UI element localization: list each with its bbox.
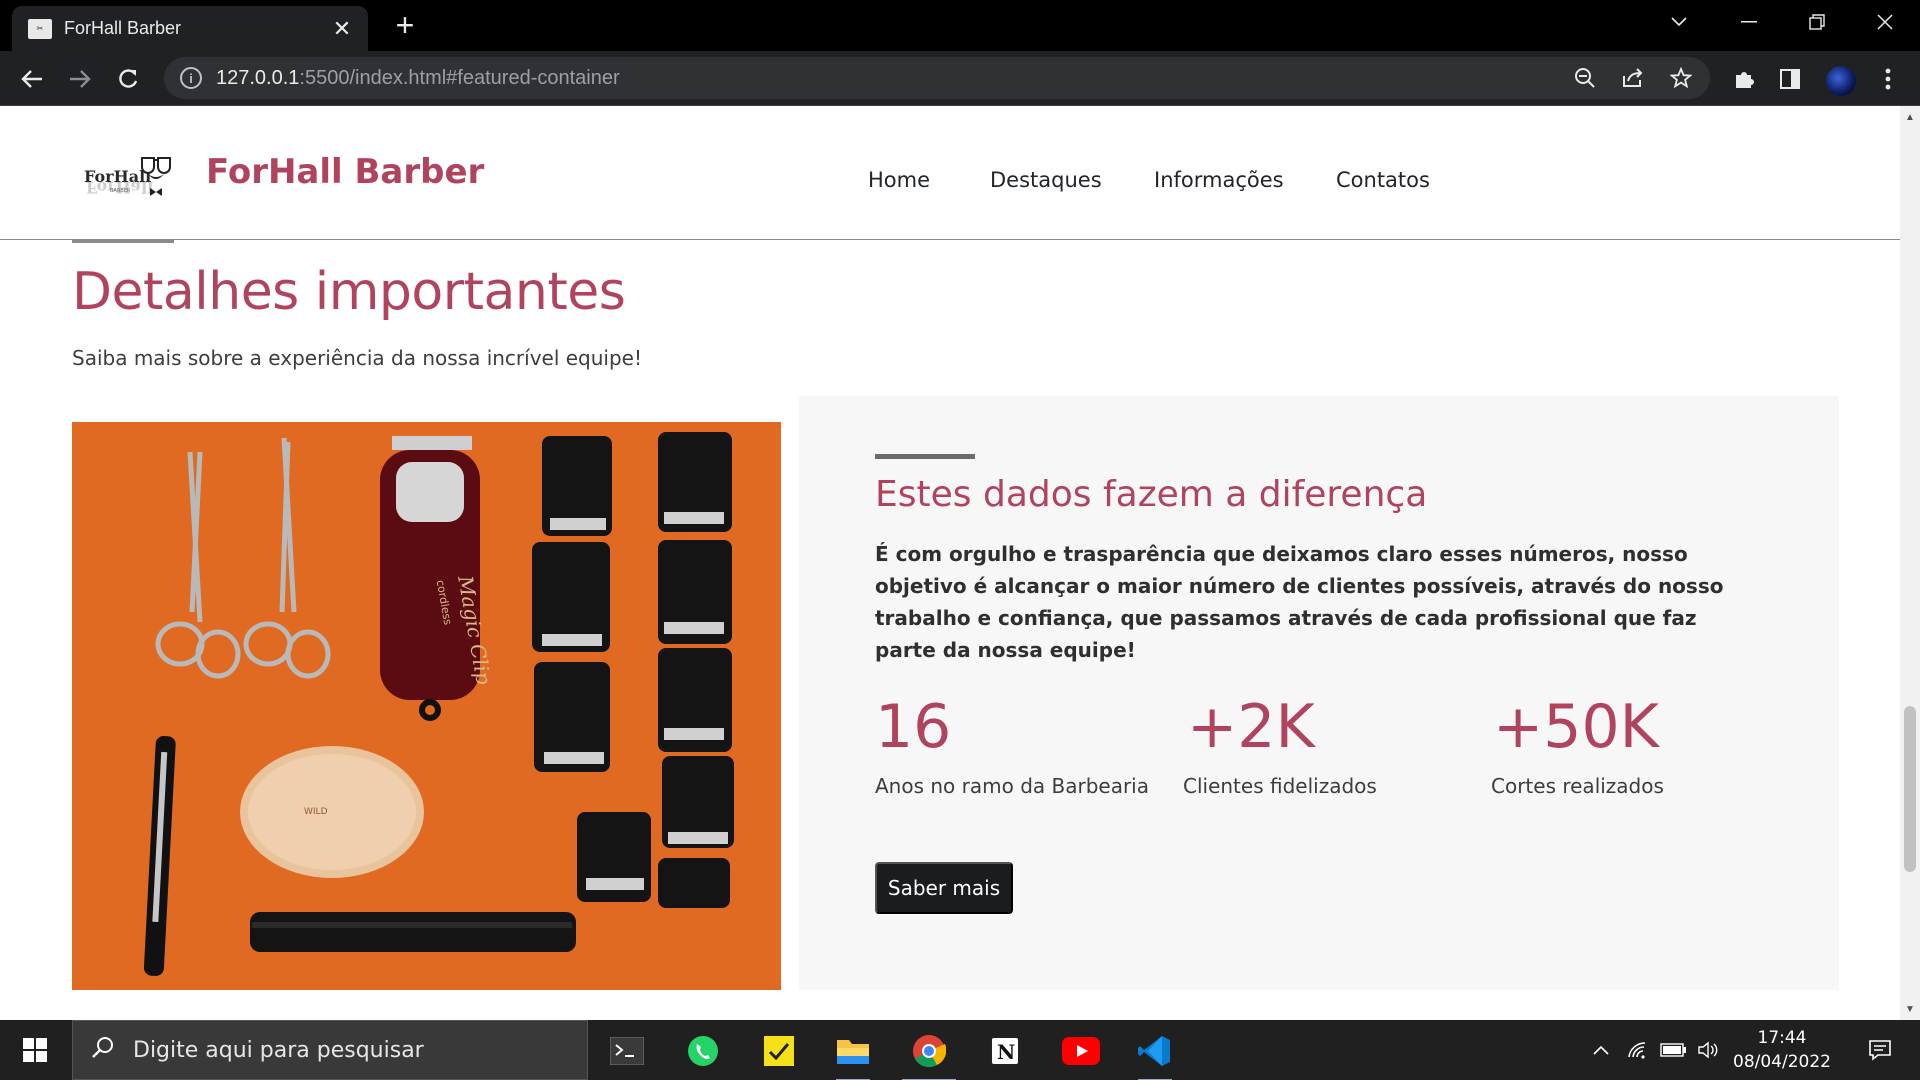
url-text: 127.0.0.1:5500/index.html#featured-conta…: [216, 67, 620, 90]
clock-time: 17:44: [1757, 1028, 1807, 1048]
site-navbar: ForHall ForHall BARBER ForHall Barber Ho…: [0, 106, 1900, 240]
section-subtitle: Saiba mais sobre a experiência da nossa …: [72, 346, 642, 370]
extensions-icon[interactable]: [1726, 61, 1762, 97]
stat-label-years: Anos no ramo da Barbearia: [875, 774, 1149, 798]
panel-accent-bar: [875, 454, 975, 459]
notifications-icon[interactable]: [1854, 1020, 1906, 1080]
tray-chevron-icon[interactable]: [1586, 1020, 1616, 1080]
saber-mais-button[interactable]: Saber mais: [875, 862, 1013, 914]
site-info-icon[interactable]: i: [180, 67, 202, 89]
vscode-icon[interactable]: [1124, 1026, 1186, 1080]
side-panel-icon[interactable]: [1772, 61, 1808, 97]
windows-logo-icon: [23, 1038, 47, 1062]
battery-icon[interactable]: [1656, 1020, 1690, 1080]
brand-name[interactable]: ForHall Barber: [206, 152, 484, 192]
stat-value-years: 16: [875, 692, 952, 762]
svg-text:WILD: WILD: [304, 807, 328, 817]
share-icon[interactable]: [1620, 65, 1646, 91]
nav-link-destaques[interactable]: Destaques: [990, 168, 1102, 192]
new-tab-button[interactable]: +: [388, 8, 422, 42]
url-path: :5500/index.html#featured-container: [299, 66, 620, 89]
page-viewport: ForHall ForHall BARBER ForHall Barber Ho…: [0, 106, 1900, 1020]
tab-strip: ✂ ForHall Barber ✕ +: [0, 0, 1920, 51]
minimize-button[interactable]: [1714, 0, 1784, 44]
close-window-button[interactable]: [1850, 0, 1920, 44]
site-logo[interactable]: ForHall ForHall BARBER: [82, 144, 174, 212]
scroll-up-arrow-icon[interactable]: ▲: [1900, 108, 1920, 126]
barber-tools-photo: Magic Clip cordless WILD: [72, 422, 781, 990]
browser-tab[interactable]: ✂ ForHall Barber ✕: [12, 6, 368, 51]
network-icon[interactable]: [1622, 1020, 1654, 1080]
tab-close-icon[interactable]: ✕: [330, 16, 354, 42]
stat-label-cuts: Cortes realizados: [1491, 774, 1664, 798]
nav-link-home[interactable]: Home: [868, 168, 930, 192]
youtube-icon[interactable]: [1050, 1026, 1112, 1076]
volume-icon[interactable]: [1692, 1020, 1724, 1080]
tab-title: ForHall Barber: [64, 18, 182, 38]
restore-button[interactable]: [1782, 0, 1852, 44]
search-placeholder: Digite aqui para pesquisar: [133, 1037, 424, 1063]
stat-value-clients: +2K: [1187, 692, 1315, 762]
search-icon: [91, 1035, 115, 1066]
zoom-icon[interactable]: [1572, 65, 1598, 91]
page-scrollbar[interactable]: ▲ ▼: [1900, 106, 1920, 1020]
nav-link-contatos[interactable]: Contatos: [1336, 168, 1430, 192]
browser-toolbar: i 127.0.0.1:5500/index.html#featured-con…: [0, 51, 1920, 106]
section-accent-bar: [72, 240, 174, 243]
notion-icon[interactable]: N: [974, 1026, 1036, 1076]
stat-value-cuts: +50K: [1493, 692, 1659, 762]
profile-avatar[interactable]: [1826, 66, 1856, 96]
panel-heading: Estes dados fazem a diferença: [875, 474, 1428, 515]
whatsapp-icon[interactable]: [672, 1026, 734, 1076]
nav-link-informacoes[interactable]: Informações: [1154, 168, 1284, 192]
address-bar[interactable]: i 127.0.0.1:5500/index.html#featured-con…: [164, 57, 1710, 99]
scrollbar-thumb[interactable]: [1904, 706, 1916, 872]
svg-text:N: N: [997, 1040, 1015, 1064]
taskbar-clock[interactable]: 17:44 08/04/2022: [1726, 1026, 1838, 1074]
stats-panel: Estes dados fazem a diferença É com orgu…: [799, 396, 1839, 990]
bookmark-star-icon[interactable]: [1668, 65, 1694, 91]
favicon-icon: ✂: [28, 18, 52, 39]
terminal-icon[interactable]: [596, 1026, 658, 1076]
panel-lead-text: É com orgulho e trasparência que deixamo…: [875, 542, 1724, 662]
taskbar-search[interactable]: Digite aqui para pesquisar: [72, 1020, 588, 1080]
stat-label-clients: Clientes fidelizados: [1183, 774, 1377, 798]
clock-date: 08/04/2022: [1733, 1052, 1831, 1072]
section-title: Detalhes importantes: [72, 262, 626, 322]
start-button[interactable]: [0, 1020, 70, 1080]
clipper-icon: Magic Clip cordless: [380, 436, 496, 721]
url-host: 127.0.0.1: [216, 66, 300, 89]
sticky-notes-icon[interactable]: [748, 1026, 810, 1076]
tab-search-chevron-icon[interactable]: [1644, 0, 1714, 44]
forward-button[interactable]: [62, 61, 98, 97]
back-button[interactable]: [14, 61, 50, 97]
scroll-down-arrow-icon[interactable]: ▼: [1900, 1000, 1920, 1018]
menu-kebab-icon[interactable]: [1870, 61, 1906, 97]
chrome-icon[interactable]: [898, 1026, 960, 1080]
windows-taskbar: Digite aqui para pesquisar N 17:44 08/04…: [0, 1020, 1920, 1080]
logo-subtext: BARBER: [110, 188, 131, 194]
file-explorer-icon[interactable]: [822, 1026, 884, 1080]
comb-icon: [250, 912, 576, 952]
reload-button[interactable]: [110, 61, 146, 97]
